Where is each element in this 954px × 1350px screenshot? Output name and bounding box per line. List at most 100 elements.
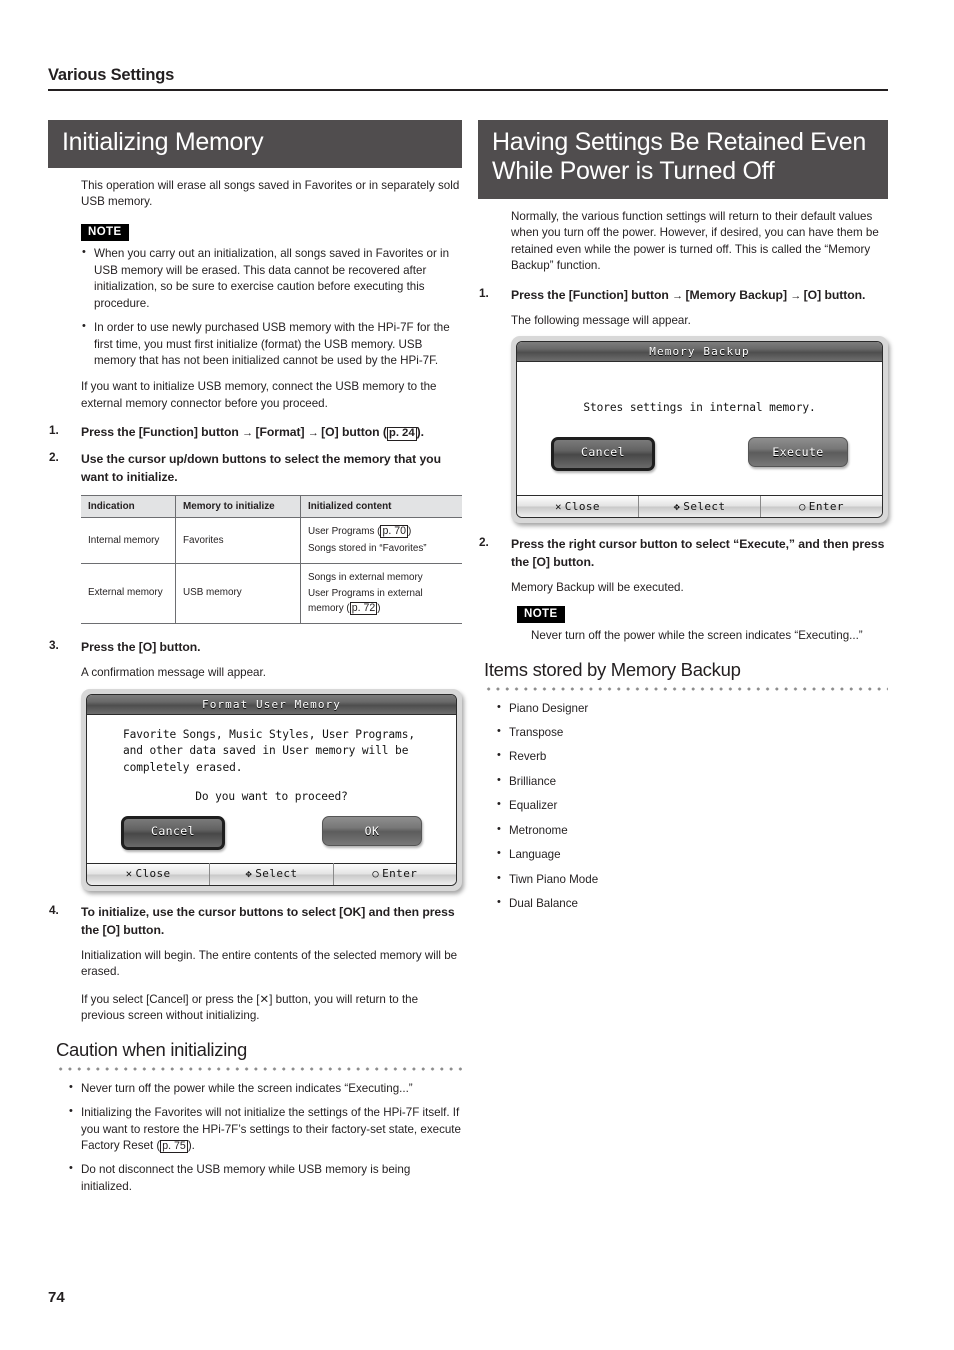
page-title: Various Settings — [48, 66, 175, 84]
lcd-body: Stores settings in internal memory. Canc… — [517, 362, 882, 487]
lcd-footer-close[interactable]: ✕ Close — [87, 863, 209, 884]
page-reference-link[interactable]: p. 75 — [160, 1139, 188, 1154]
page-reference-link[interactable]: p. 70 — [380, 525, 408, 539]
close-icon: ✕ — [125, 868, 133, 881]
lcd-footer-bar: ✕ Close ✥ Select ○ Enter — [517, 495, 882, 518]
step-2-body: Memory Backup will be executed. NOTE Nev… — [511, 580, 888, 644]
lcd-ok-button[interactable]: OK — [322, 815, 422, 846]
step-4-subtext-2: If you select [Cancel] or press the [✕] … — [81, 992, 419, 1023]
step-text-b: [Format] — [255, 425, 305, 440]
items-heading: Items stored by Memory Backup — [484, 658, 741, 680]
page-number: 74 — [48, 1289, 65, 1306]
dotted-divider — [484, 685, 888, 692]
column-header-content: Initialized content — [300, 495, 462, 519]
step-number: 1. — [49, 423, 59, 438]
items-stored-section: Items stored by Memory Backup Piano Desi… — [484, 659, 888, 913]
right-column-body: Normally, the various function settings … — [511, 209, 888, 275]
cell-content: Songs in external memory User Programs i… — [300, 563, 462, 625]
step-number: 2. — [479, 535, 489, 550]
step-number: 3. — [49, 638, 59, 653]
note-list: When you carry out an initialization, al… — [81, 245, 462, 369]
dotted-divider — [56, 1065, 462, 1072]
page-reference-link[interactable]: p. 24 — [386, 427, 417, 442]
step-3-subtext: A confirmation message will appear. — [81, 666, 266, 680]
page-reference-link[interactable]: p. 72 — [349, 601, 378, 615]
step-1-subtext: The following message will appear. — [511, 313, 691, 327]
lcd-footer-bar: ✕ Close ✥ Select ○ Enter — [87, 862, 456, 885]
lcd-footer-enter[interactable]: ○ Enter — [760, 495, 882, 518]
step-2-subtext: Memory Backup will be executed. — [511, 581, 684, 595]
cell-indication: Internal memory — [81, 517, 176, 565]
step-number: 4. — [49, 902, 59, 917]
step-text: Press the [Function] button — [81, 425, 239, 440]
lcd-footer-label: Enter — [808, 499, 844, 513]
step-4: 4. To initialize, use the cursor buttons… — [48, 903, 462, 939]
cell-memory: USB memory — [175, 563, 301, 625]
section-banner-initializing-memory: Initializing Memory — [48, 120, 462, 168]
lcd-question: Do you want to proceed? — [195, 790, 348, 803]
step-1-body: The following message will appear. — [511, 313, 888, 329]
step-text: Press the [O] button. — [81, 640, 201, 655]
table-header-row: Indication Memory to initialize Initiali… — [81, 495, 462, 519]
lcd-footer-close[interactable]: ✕ Close — [517, 496, 638, 518]
lcd-body: Favorite Songs, Music Styles, User Progr… — [87, 714, 456, 854]
lcd-title-bar: Format User Memory — [87, 694, 456, 715]
lcd-cancel-button[interactable]: Cancel — [121, 815, 225, 850]
right-column: Having Settings Be Retained Even While P… — [478, 120, 888, 923]
note-block: NOTE When you carry out an initializatio… — [81, 222, 462, 370]
list-item: Reverb — [496, 748, 888, 765]
step-1: 1. Press the [Function] button → [Format… — [48, 423, 462, 442]
list-item-text-tail: ). — [187, 1138, 195, 1152]
cell-content-line-2: User Programs in external memory (p. 72) — [308, 587, 455, 616]
lcd-footer-label: Close — [564, 499, 600, 513]
caution-heading: Caution when initializing — [56, 1038, 247, 1060]
list-item: Tiwn Piano Mode — [496, 871, 888, 888]
list-item-text: Initializing the Favorites will not init… — [81, 1106, 461, 1152]
list-item: Do not disconnect the USB memory while U… — [68, 1161, 462, 1195]
table-row: Internal memory Favorites User Programs … — [81, 517, 462, 565]
cell-memory: Favorites — [175, 517, 301, 565]
step-text: Use the cursor up/down buttons to select… — [81, 452, 441, 485]
items-list: Piano Designer Transpose Reverb Brillian… — [496, 700, 888, 913]
table-row: External memory USB memory Songs in exte… — [81, 563, 462, 625]
step-1: 1. Press the [Function] button → [Memory… — [478, 286, 888, 304]
lcd-message-line: completely erased. — [123, 761, 243, 775]
lcd-footer-select[interactable]: ✥ Select — [209, 863, 332, 885]
lcd-execute-button[interactable]: Execute — [748, 437, 848, 468]
note-badge: NOTE — [517, 605, 565, 624]
lcd-panel: Format User Memory Favorite Songs, Music… — [86, 693, 457, 886]
column-header-indication: Indication — [81, 495, 176, 519]
lcd-footer-enter[interactable]: ○ Enter — [332, 863, 456, 885]
step-2: 2. Use the cursor up/down buttons to sel… — [48, 450, 462, 486]
lcd-panel: Memory Backup Stores settings in interna… — [516, 341, 883, 519]
list-item: When you carry out an initialization, al… — [81, 245, 462, 312]
list-item: Equalizer — [496, 797, 888, 814]
lcd-footer-label: Select — [255, 867, 298, 881]
step-4-subtext-1: Initialization will begin. The entire co… — [81, 948, 458, 979]
after-note-paragraph: If you want to initialize USB memory, co… — [81, 380, 437, 410]
lcd-footer-label: Select — [683, 499, 726, 513]
step-number: 1. — [479, 285, 489, 300]
intro-paragraph: Normally, the various function settings … — [511, 210, 879, 273]
list-item: Metronome — [496, 822, 888, 839]
circle-icon: ○ — [372, 868, 380, 881]
arrow-icon: → — [672, 289, 683, 302]
lcd-message-line: Favorite Songs, Music Styles, User Progr… — [123, 727, 415, 741]
lcd-message: Favorite Songs, Music Styles, User Progr… — [99, 727, 444, 777]
lcd-screenshot-memory-backup: Memory Backup Stores settings in interna… — [511, 336, 888, 524]
list-item: Piano Designer — [496, 700, 888, 717]
lcd-message: Stores settings in internal memory. — [583, 401, 816, 415]
list-item: Brilliance — [496, 773, 888, 790]
left-column-body: This operation will erase all songs save… — [81, 178, 462, 412]
lcd-footer-select[interactable]: ✥ Select — [638, 495, 760, 518]
cell-indication: External memory — [81, 563, 176, 625]
cell-text: User Programs ( — [308, 526, 381, 538]
list-item: Transpose — [496, 724, 888, 741]
step-4-body: Initialization will begin. The entire co… — [81, 948, 462, 1025]
cell-content: User Programs (p. 70) Songs stored in “F… — [300, 517, 462, 565]
lcd-cancel-button[interactable]: Cancel — [551, 437, 655, 472]
step-3: 3. Press the [O] button. — [48, 638, 462, 656]
lcd-button-row: Cancel Execute — [529, 437, 870, 472]
arrow-icon: → — [307, 427, 319, 440]
step-number: 2. — [49, 450, 59, 465]
